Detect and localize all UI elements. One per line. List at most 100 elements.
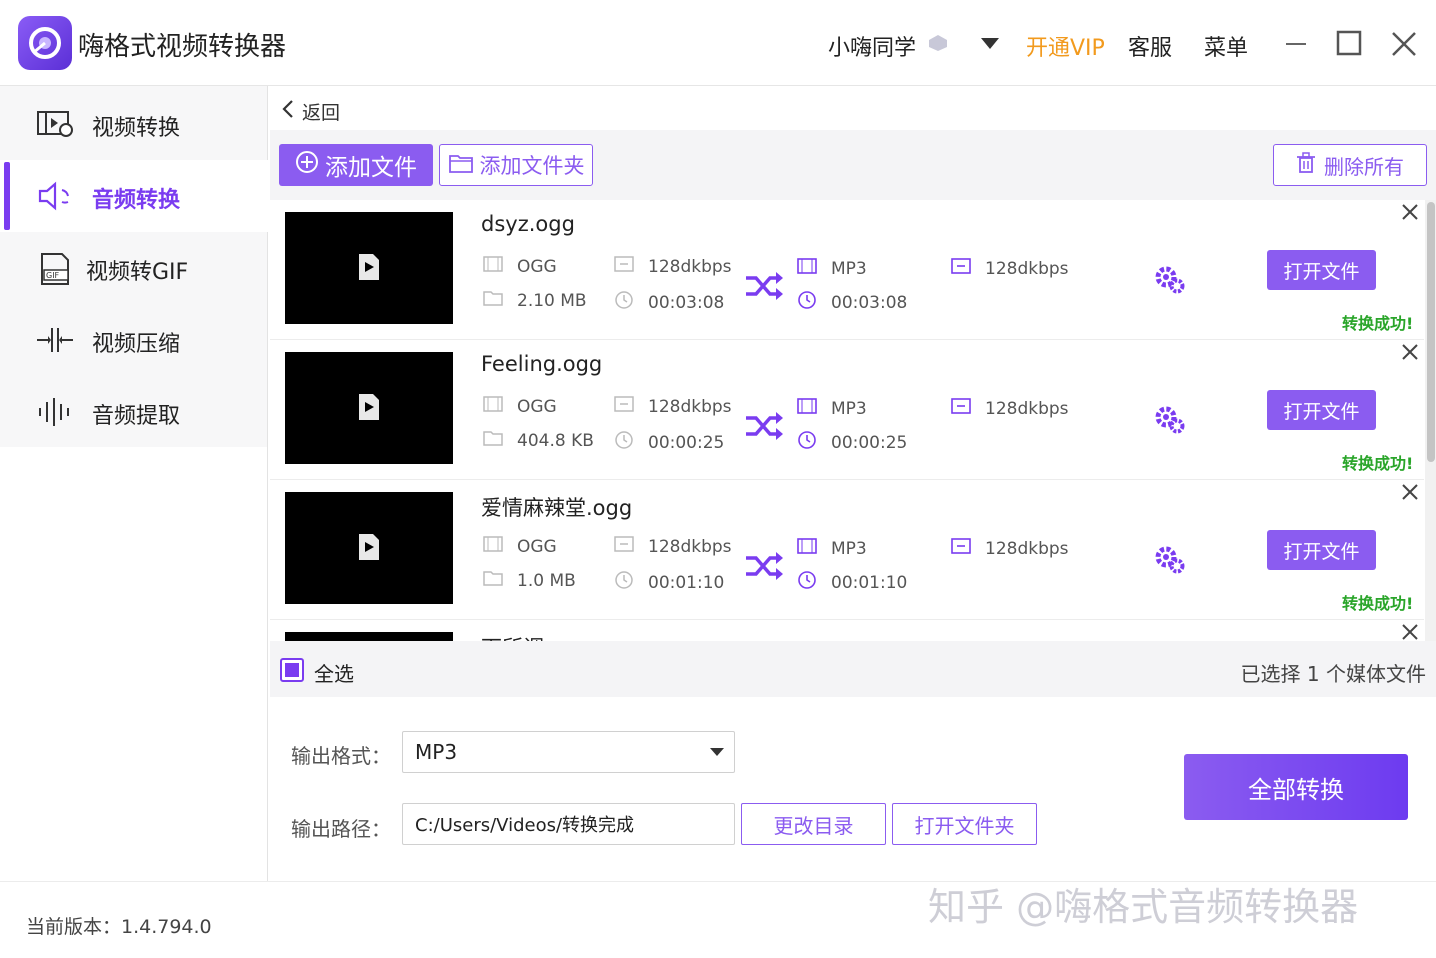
folder-icon	[448, 152, 474, 179]
selection-count: 已选择 1 个媒体文件	[1240, 662, 1426, 686]
app-logo-icon	[18, 16, 72, 70]
sidebar-item-label: 视频转GIF	[86, 260, 189, 285]
clock-icon	[797, 570, 817, 595]
gif-icon: GIF	[38, 252, 76, 285]
add-folder-label: 添加文件夹	[479, 154, 585, 178]
source-size: 1.0 MB	[483, 570, 576, 591]
select-all-label[interactable]: 全选	[314, 658, 354, 687]
trash-icon	[1296, 151, 1316, 179]
chevron-down-icon[interactable]	[978, 34, 1002, 52]
folder-icon	[483, 570, 503, 591]
output-format-label: 输出格式：	[291, 744, 391, 768]
delete-all-button[interactable]: 删除所有	[1273, 144, 1427, 186]
version-label: 当前版本：1.4.794.0	[26, 916, 212, 938]
close-icon[interactable]	[1400, 202, 1420, 222]
sidebar-item-audio-extract[interactable]: 音频提取	[0, 376, 268, 448]
status-badge: 转换成功!	[1342, 454, 1414, 473]
select-all-checkbox[interactable]	[280, 658, 304, 682]
open-folder-button[interactable]: 打开文件夹	[892, 803, 1037, 845]
source-format: OGG	[483, 256, 557, 277]
clock-icon	[614, 430, 634, 455]
list-item[interactable]: dsyz.ogg OGG 2.10 MB 128dkbps 00:03:08 M…	[270, 200, 1424, 340]
open-file-button[interactable]: 打开文件	[1267, 530, 1376, 570]
convert-arrow-icon	[744, 410, 784, 442]
video-thumbnail[interactable]	[285, 492, 453, 604]
sidebar-item-label: 音频转换	[92, 188, 181, 213]
film-icon	[797, 398, 817, 419]
bitrate-icon	[951, 398, 971, 419]
menu-link[interactable]: 菜单	[1204, 30, 1248, 62]
output-path-input[interactable]	[402, 803, 735, 845]
video-thumbnail[interactable]	[285, 352, 453, 464]
list-item[interactable]: 爱情麻辣堂.ogg OGG 1.0 MB 128dkbps 00:01:10 M…	[270, 480, 1424, 620]
close-icon[interactable]	[1390, 30, 1418, 58]
add-file-label: 添加文件	[325, 155, 417, 181]
source-bitrate: 128dkbps	[614, 396, 732, 417]
sidebar-item-video-convert[interactable]: 视频转换	[0, 88, 268, 160]
add-folder-button[interactable]: 添加文件夹	[439, 144, 593, 186]
output-format: MP3	[797, 538, 867, 559]
file-list: dsyz.ogg OGG 2.10 MB 128dkbps 00:03:08 M…	[270, 200, 1424, 641]
file-name: dsyz.ogg	[481, 212, 575, 236]
audio-convert-icon	[36, 180, 74, 212]
output-format-value: MP3	[415, 740, 458, 764]
sidebar-item-audio-convert[interactable]: 音频转换	[0, 160, 268, 232]
chevron-left-icon	[282, 99, 294, 124]
change-directory-button[interactable]: 更改目录	[741, 803, 886, 845]
list-item[interactable]: Feeling.ogg OGG 404.8 KB 128dkbps 00:00:…	[270, 340, 1424, 480]
video-thumbnail[interactable]	[285, 212, 453, 324]
clock-icon	[797, 290, 817, 315]
vip-link[interactable]: 开通VIP	[1026, 30, 1105, 62]
add-file-button[interactable]: 添加文件	[279, 144, 433, 186]
source-bitrate: 128dkbps	[614, 536, 732, 557]
delete-all-label: 删除所有	[1324, 154, 1404, 179]
output-bitrate: 128dkbps	[951, 398, 1069, 419]
service-link[interactable]: 客服	[1128, 30, 1172, 62]
chevron-down-icon[interactable]	[708, 744, 726, 758]
output-duration: 00:01:10	[797, 570, 907, 595]
audio-extract-icon	[36, 396, 74, 428]
clock-icon	[614, 290, 634, 315]
open-file-button[interactable]: 打开文件	[1267, 390, 1376, 430]
output-format: MP3	[797, 258, 867, 279]
film-icon	[483, 536, 503, 557]
bitrate-icon	[614, 256, 634, 277]
back-button[interactable]: 返回	[282, 98, 340, 124]
clock-icon	[797, 430, 817, 455]
gear-icon[interactable]	[1154, 264, 1186, 296]
sidebar-item-gif[interactable]: GIF 视频转GIF	[0, 232, 268, 304]
file-name: 爱情麻辣堂.ogg	[481, 496, 633, 520]
convert-arrow-icon	[744, 270, 784, 302]
compress-icon	[36, 324, 74, 356]
maximize-icon[interactable]	[1336, 30, 1362, 56]
convert-arrow-icon	[744, 550, 784, 582]
close-icon[interactable]	[1400, 342, 1420, 362]
bitrate-icon	[951, 538, 971, 559]
close-icon[interactable]	[1400, 622, 1420, 641]
output-format: MP3	[797, 398, 867, 419]
output-duration: 00:03:08	[797, 290, 907, 315]
folder-icon	[483, 430, 503, 451]
user-level-icon	[928, 34, 948, 52]
output-format-select[interactable]: MP3	[402, 731, 735, 773]
sidebar-item-compress[interactable]: 视频压缩	[0, 304, 268, 376]
bitrate-icon	[951, 258, 971, 279]
convert-all-button[interactable]: 全部转换	[1184, 754, 1408, 820]
film-icon	[797, 538, 817, 559]
scrollbar-thumb[interactable]	[1427, 202, 1435, 462]
source-format: OGG	[483, 396, 557, 417]
open-file-button[interactable]: 打开文件	[1267, 250, 1376, 290]
sidebar-item-label: 音频提取	[92, 404, 181, 429]
gear-icon[interactable]	[1154, 544, 1186, 576]
output-duration: 00:00:25	[797, 430, 907, 455]
close-icon[interactable]	[1400, 482, 1420, 502]
list-item[interactable]: 下所调.ogg	[270, 620, 1424, 641]
svg-text:GIF: GIF	[46, 271, 60, 280]
film-icon	[483, 256, 503, 277]
source-size: 2.10 MB	[483, 290, 587, 311]
status-badge: 转换成功!	[1342, 594, 1414, 613]
gear-icon[interactable]	[1154, 404, 1186, 436]
minimize-icon[interactable]	[1284, 30, 1308, 54]
user-name[interactable]: 小嗨同学	[828, 30, 916, 62]
video-thumbnail[interactable]	[285, 632, 453, 641]
